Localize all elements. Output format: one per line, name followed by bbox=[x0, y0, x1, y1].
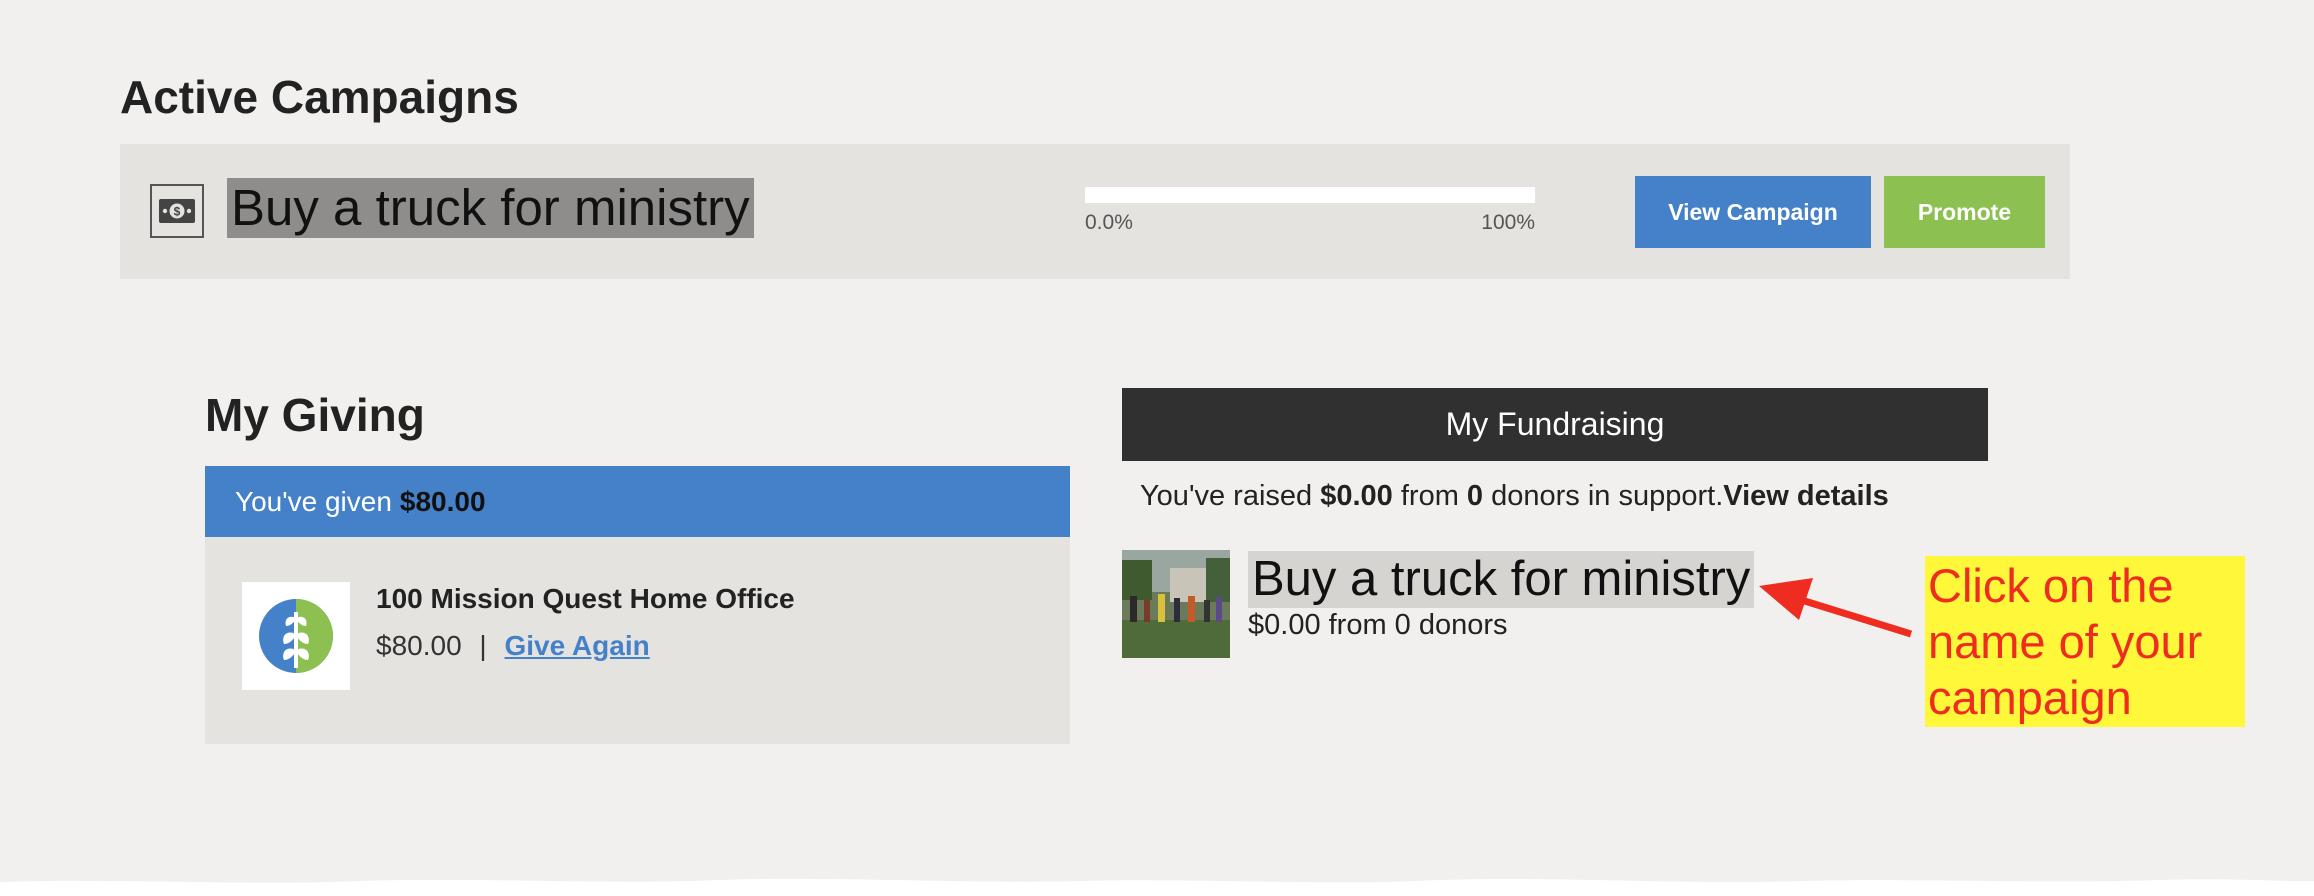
my-fundraising-heading: My Fundraising bbox=[1122, 388, 1988, 461]
view-details-link[interactable]: View details bbox=[1723, 480, 1889, 512]
torn-paper-edge bbox=[0, 878, 2314, 896]
active-campaign-name[interactable]: Buy a truck for ministry bbox=[227, 178, 754, 238]
callout-line-1: Click on the bbox=[1928, 559, 2174, 612]
raised-suffix: donors in support. bbox=[1491, 480, 1724, 512]
callout-line-2: name of your bbox=[1928, 615, 2203, 668]
fundraising-campaign-title[interactable]: Buy a truck for ministry bbox=[1248, 551, 1755, 608]
callout-line-3: campaign bbox=[1928, 671, 2132, 724]
org-name: 100 Mission Quest Home Office bbox=[376, 583, 795, 614]
give-again-link[interactable]: Give Again bbox=[504, 630, 649, 661]
campaign-photo[interactable] bbox=[1122, 550, 1230, 658]
org-gift-amount: $80.00 bbox=[376, 630, 462, 661]
given-amount: $80.00 bbox=[399, 485, 486, 517]
donor-count: 0 bbox=[1466, 480, 1484, 512]
svg-text:$: $ bbox=[174, 205, 181, 219]
view-campaign-button[interactable]: View Campaign bbox=[1635, 176, 1871, 248]
fundraising-campaign-stats: $0.00 from 0 donors bbox=[1248, 609, 1508, 641]
money-icon: $ bbox=[150, 184, 204, 238]
org-gift-line: $80.00 | Give Again bbox=[376, 630, 650, 662]
campaign-progress-bar bbox=[1085, 187, 1535, 203]
active-campaigns-heading: Active Campaigns bbox=[120, 71, 519, 123]
raised-summary: You've raised $0.00 from 0 donors in sup… bbox=[1140, 480, 1889, 513]
my-giving-heading: My Giving bbox=[205, 389, 425, 441]
red-arrow-icon bbox=[1759, 578, 1913, 638]
given-summary-bar: You've given $80.00 bbox=[205, 466, 1070, 537]
raised-prefix: You've raised bbox=[1140, 480, 1313, 512]
raised-from: from bbox=[1400, 480, 1459, 512]
given-prefix: You've given bbox=[235, 485, 392, 517]
raised-amount: $0.00 bbox=[1320, 480, 1393, 512]
progress-max-label: 100% bbox=[1481, 211, 1535, 234]
progress-min-label: 0.0% bbox=[1085, 211, 1133, 234]
org-logo bbox=[242, 582, 350, 690]
separator: | bbox=[479, 630, 487, 661]
instruction-callout: Click on the name of your campaign bbox=[1925, 556, 2245, 727]
promote-button[interactable]: Promote bbox=[1884, 176, 2045, 248]
